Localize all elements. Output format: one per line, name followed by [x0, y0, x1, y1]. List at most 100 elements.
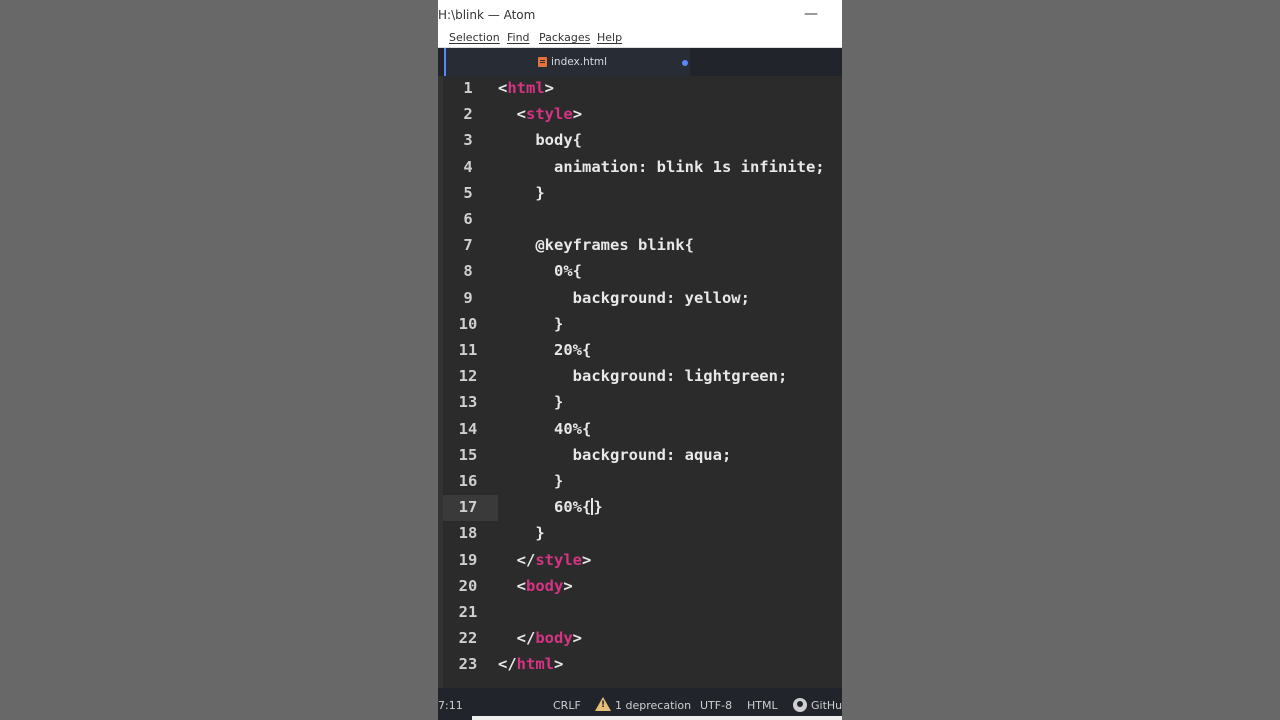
menu-packages[interactable]: Packages [539, 31, 590, 44]
code-line[interactable]: 12 background: lightgreen; [438, 364, 842, 390]
line-ending[interactable]: CRLF [553, 699, 581, 712]
code-token: > [582, 550, 592, 569]
code-token: } [554, 472, 564, 490]
line-number: 21 [458, 603, 478, 621]
code-line[interactable]: 1 <html> [438, 76, 842, 102]
code-line[interactable]: 7 @keyframes blink{ [438, 233, 842, 259]
code-text: <html> [498, 79, 554, 97]
tag-name: style [526, 105, 573, 124]
code-line[interactable]: 13 } [438, 390, 842, 416]
code-line[interactable]: 15 background: aqua; [438, 443, 842, 469]
horizontal-scrollbar[interactable] [472, 716, 842, 720]
github-icon[interactable] [793, 698, 807, 712]
code-line[interactable]: 21 [438, 600, 842, 626]
code-line[interactable]: 19 </style> [438, 548, 842, 574]
code-token: background: yellow; [572, 288, 750, 307]
code-text: </style> [498, 550, 592, 569]
file-encoding[interactable]: UTF-8 [700, 699, 732, 712]
code-token: } [535, 183, 545, 202]
code-text: body{ [498, 131, 582, 149]
line-number: 23 [458, 655, 478, 674]
code-text: 0%{ [498, 262, 582, 280]
code-editor[interactable]: 1 <html> 2 <style> 3 body{4 animation: blin… [438, 76, 842, 688]
line-number: 22 [458, 629, 478, 648]
tab-label: index.html [551, 56, 607, 68]
menu-find[interactable]: Find [507, 31, 530, 44]
minimize-button[interactable]: — [804, 6, 818, 22]
tab-index-html[interactable]: index.html [444, 48, 690, 76]
github-label[interactable]: GitHu [811, 699, 842, 712]
code-line[interactable]: 9 background: yellow; [438, 286, 842, 312]
line-number: 5 [463, 183, 473, 202]
menu-bar: Selection Find Packages Help [438, 29, 842, 48]
line-number: 17 [458, 498, 478, 517]
code-line[interactable]: 5 } [438, 181, 842, 207]
code-token: < [498, 79, 508, 97]
line-number: 12 [458, 367, 478, 386]
grammar-selector[interactable]: HTML [747, 699, 778, 712]
line-number: 18 [458, 524, 478, 543]
code-line[interactable]: 11 20%{ [438, 338, 842, 364]
code-token: 40%{ [554, 419, 592, 438]
code-token: 20%{ [554, 341, 592, 359]
code-token: } [554, 393, 564, 412]
menu-selection[interactable]: Selection [449, 31, 500, 44]
code-line[interactable]: 23 </html> [438, 652, 842, 678]
code-token: 0%{ [554, 262, 582, 281]
cursor-position[interactable]: 7:11 [438, 699, 463, 712]
code-line[interactable]: 6 [438, 207, 842, 233]
code-token: > [563, 576, 573, 595]
code-text: } [498, 524, 544, 542]
line-number: 11 [458, 341, 478, 359]
code-line[interactable]: 18 } [438, 521, 842, 547]
modified-indicator-icon[interactable] [682, 60, 688, 66]
code-token: </ [516, 550, 536, 569]
code-token: background: aqua; [572, 445, 732, 464]
code-token: </ [498, 655, 517, 674]
code-line[interactable]: 4 animation: blink 1s infinite; [438, 155, 842, 181]
code-line[interactable]: 16 } [438, 469, 842, 495]
code-line[interactable]: 17 60%{} [438, 495, 842, 522]
line-number: 6 [463, 210, 473, 228]
tag-name: body [535, 629, 573, 648]
code-text: 40%{ [498, 420, 591, 438]
code-text: <style> [498, 105, 582, 123]
line-number: 20 [458, 576, 478, 595]
line-number: 2 [463, 105, 473, 124]
code-line[interactable]: 10 } [438, 312, 842, 338]
code-text: <body> [498, 577, 573, 595]
code-token: > [572, 105, 583, 124]
tag-name: body [526, 576, 564, 595]
tag-name: style [535, 550, 583, 569]
line-number: 13 [458, 393, 478, 412]
code-line[interactable]: 2 <style> [438, 102, 842, 128]
line-number: 10 [458, 314, 478, 333]
menu-help[interactable]: Help [597, 31, 622, 44]
line-number: 9 [463, 288, 473, 307]
code-text: animation: blink 1s infinite; [498, 158, 825, 176]
code-line[interactable]: 14 40%{ [438, 417, 842, 443]
window-title: H:\blink — Atom [438, 8, 536, 22]
code-text: } [498, 183, 545, 202]
tag-name: html [516, 655, 554, 674]
warning-icon[interactable] [595, 697, 611, 711]
code-line[interactable]: 3 body{ [438, 128, 842, 154]
tab-bar: index.html [438, 48, 842, 76]
code-token: < [516, 576, 527, 595]
code-token: > [572, 629, 583, 648]
line-number: 7 [463, 236, 473, 255]
code-token: } [593, 498, 603, 517]
line-number: 1 [463, 79, 473, 97]
line-number: 19 [458, 550, 478, 569]
code-text: background: yellow; [498, 289, 750, 307]
code-text: 20%{ [498, 341, 591, 359]
left-background [0, 0, 438, 720]
code-token: background: lightgreen; [572, 367, 788, 386]
deprecation-count[interactable]: 1 deprecation [615, 699, 691, 712]
code-line[interactable]: 8 0%{ [438, 259, 842, 285]
code-token: 60%{ [554, 498, 592, 517]
atom-window: H:\blink — Atom — Selection Find Package… [438, 0, 842, 720]
code-line[interactable]: 22 </body> [438, 626, 842, 652]
code-line[interactable]: 20 <body> [438, 574, 842, 600]
code-text: </body> [498, 629, 582, 647]
